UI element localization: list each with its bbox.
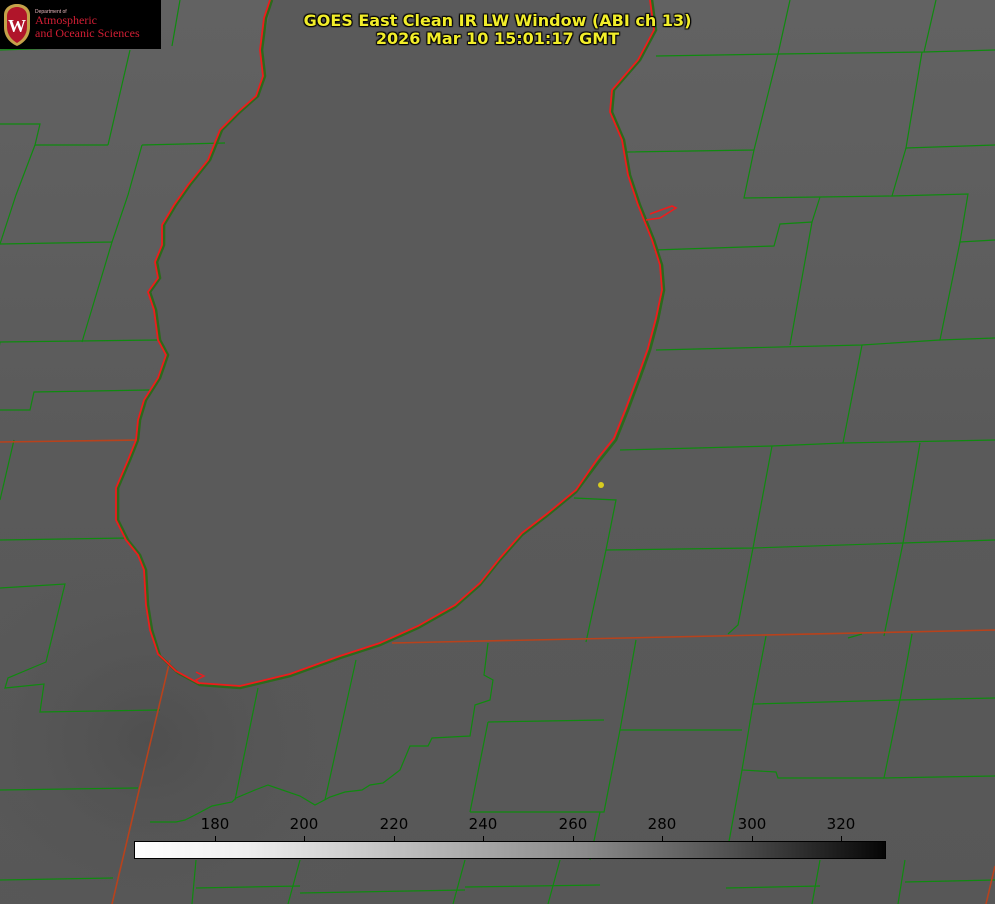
colorbar-tick-label: 220	[379, 815, 409, 833]
satellite-map[interactable]	[0, 0, 995, 904]
colorbar-tick	[304, 836, 305, 841]
colorbar-tick	[573, 836, 574, 841]
colorbar-tick	[662, 836, 663, 841]
colorbar-tick-label: 300	[737, 815, 767, 833]
crest-icon: W	[4, 4, 30, 46]
logo-name-line2: and Oceanic Sciences	[35, 26, 140, 40]
location-marker[interactable]	[598, 482, 604, 488]
colorbar-tick	[841, 836, 842, 841]
colorbar-tick	[752, 836, 753, 841]
colorbar-tick-label: 240	[468, 815, 498, 833]
colorbar-tick	[483, 836, 484, 841]
colorbar-tick-label: 260	[558, 815, 588, 833]
satellite-image-viewer: GOES East Clean IR LW Window (ABI ch 13)…	[0, 0, 995, 904]
colorbar-tick-label: 180	[200, 815, 230, 833]
colorbar-tick	[215, 836, 216, 841]
department-logo[interactable]: W Department of Atmospheric and Oceanic …	[0, 0, 161, 49]
colorbar-tick-label: 280	[647, 815, 677, 833]
colorbar	[134, 841, 886, 859]
colorbar-tick	[394, 836, 395, 841]
colorbar-tick-label: 320	[826, 815, 856, 833]
svg-text:W: W	[8, 16, 26, 36]
colorbar-tick-label: 200	[289, 815, 319, 833]
